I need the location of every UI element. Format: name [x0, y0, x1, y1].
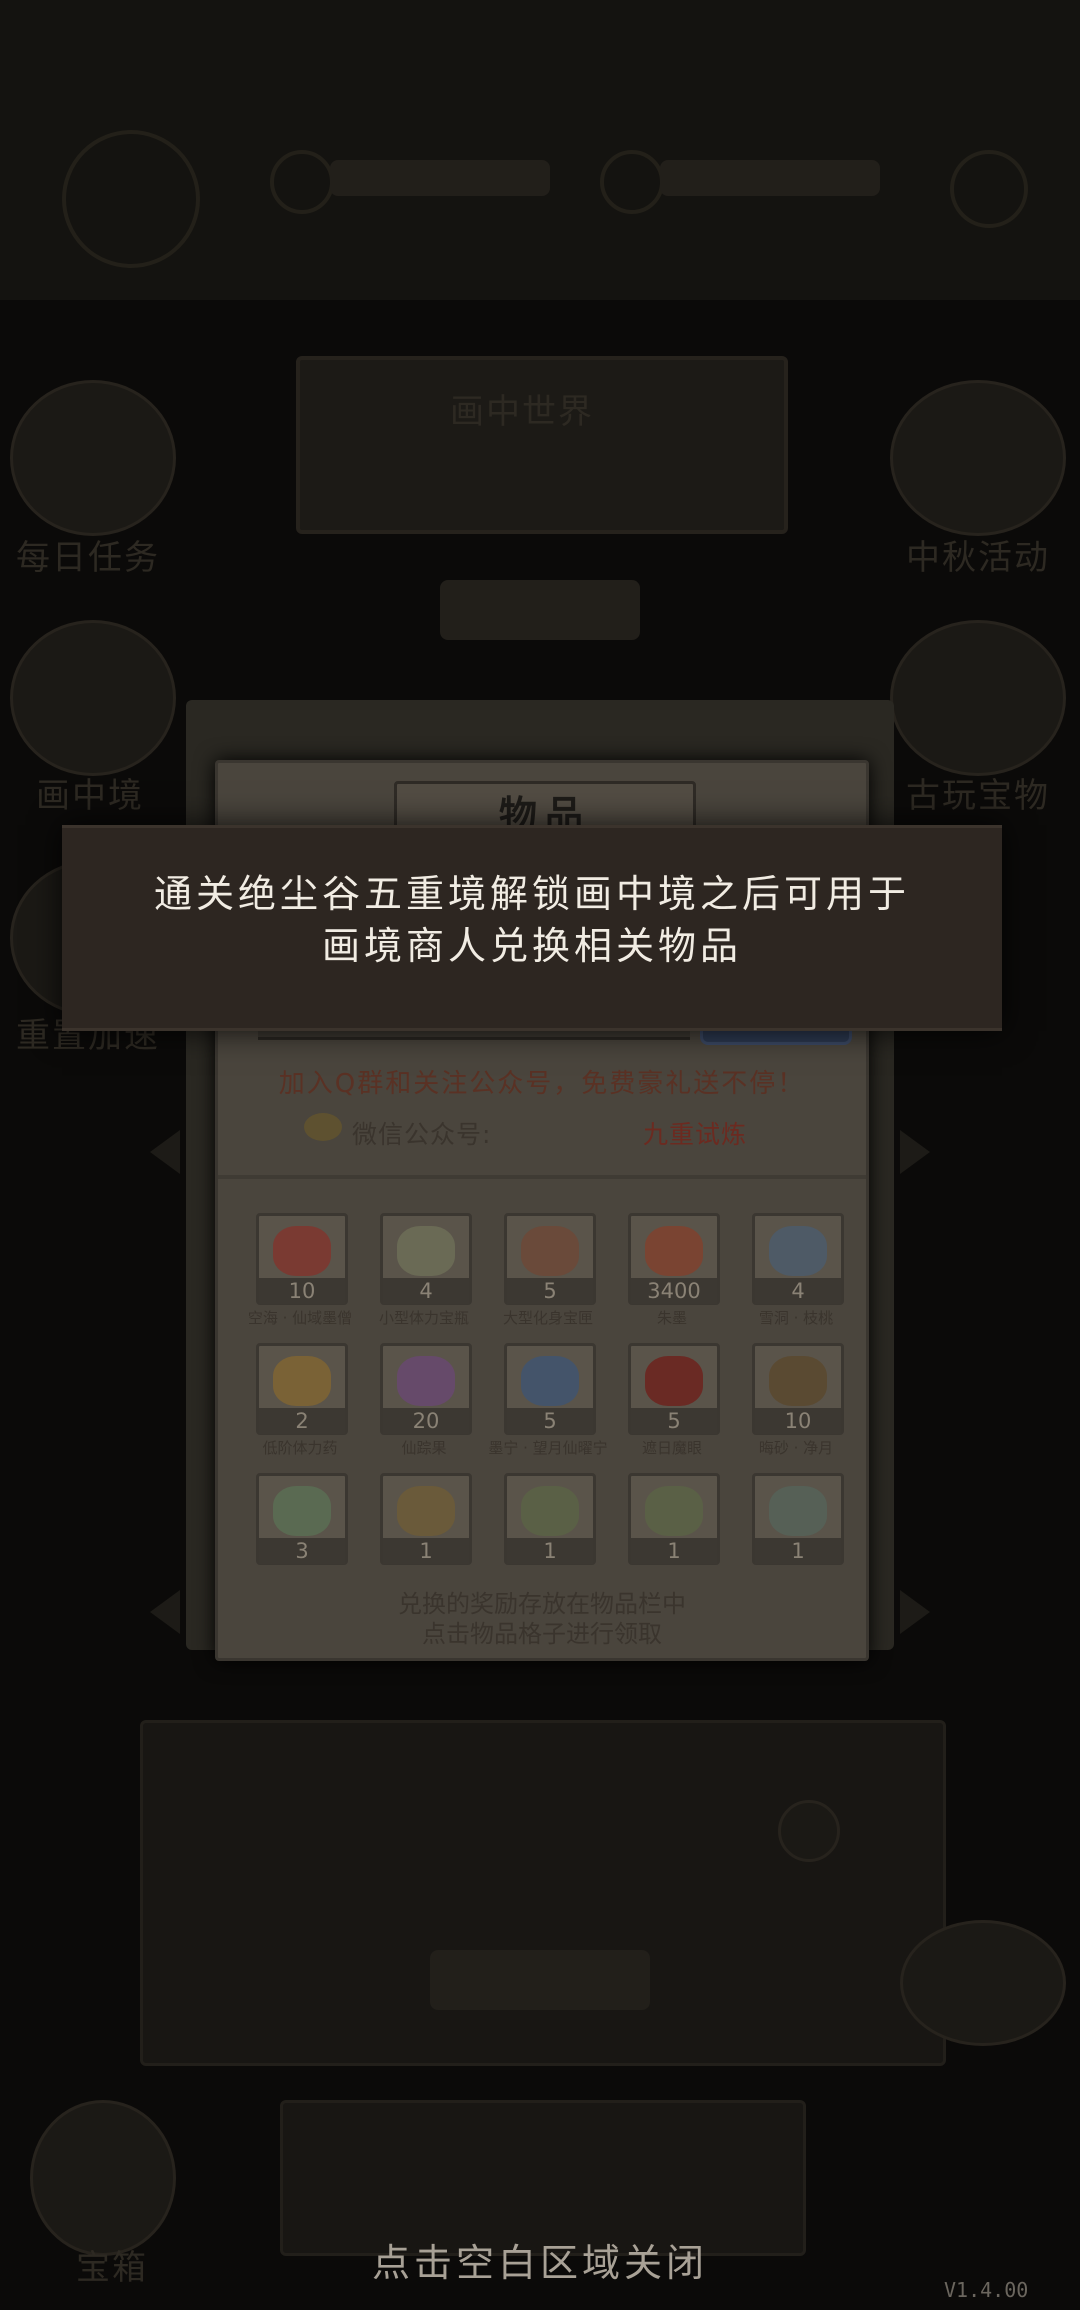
item-icon: [273, 1226, 331, 1276]
item-name: 墨宁 · 望月仙曜宁: [488, 1439, 608, 1457]
divider: [218, 1175, 866, 1179]
item-name: 大型化身宝匣: [502, 1309, 593, 1327]
reward-storage-note: 兑换的奖励存放在物品栏中 点击物品格子进行领取: [218, 1589, 866, 1649]
item-box: 5: [504, 1213, 596, 1305]
item-count: 5: [631, 1408, 717, 1434]
left-arrow-icon-lower: [150, 1590, 180, 1634]
wechat-icon: [304, 1113, 342, 1141]
item-box: 1: [628, 1473, 720, 1565]
item-name: 空海 · 仙域墨僧: [247, 1309, 353, 1327]
item-count: 1: [507, 1538, 593, 1564]
mid-autumn-label: 中秋活动: [906, 538, 1050, 578]
item-box: 3400: [628, 1213, 720, 1305]
item-count: 10: [755, 1408, 841, 1434]
promo-text: 加入Q群和关注公众号，免费豪礼送不停！: [278, 1069, 806, 1099]
item-icon: [769, 1226, 827, 1276]
settings-icon: [950, 150, 1028, 228]
scroll-enter-button: [440, 580, 640, 640]
scroll-title: 画中世界: [450, 392, 594, 432]
item-count: 1: [755, 1538, 841, 1564]
item-box: 5: [504, 1343, 596, 1435]
item-box: 4: [380, 1213, 472, 1305]
world-scroll-banner: [296, 356, 788, 534]
painting-realm-label: 画中境: [36, 776, 144, 816]
item-icon: [769, 1486, 827, 1536]
item-box: 20: [380, 1343, 472, 1435]
item-box: 1: [504, 1473, 596, 1565]
antique-treasure-icon: [890, 620, 1066, 776]
reward-storage-note-line2: 点击物品格子进行领取: [422, 1620, 662, 1648]
reward-storage-note-line1: 兑换的奖励存放在物品栏中: [398, 1590, 686, 1618]
toast-message: 通关绝尘谷五重境解锁画中境之后可用于 画境商人兑换相关物品: [62, 868, 1002, 972]
item-count: 5: [507, 1408, 593, 1434]
item-count: 1: [631, 1538, 717, 1564]
item-icon: [645, 1226, 703, 1276]
unlock-toast: 通关绝尘谷五重境解锁画中境之后可用于 画境商人兑换相关物品: [62, 825, 1002, 1031]
lower-panel-badge: [778, 1800, 840, 1862]
mid-autumn-icon: [890, 380, 1066, 536]
item-count: 20: [383, 1408, 469, 1434]
item-count: 3400: [631, 1278, 717, 1304]
item-name: 仙踪果: [401, 1439, 447, 1457]
item-count: 10: [259, 1278, 345, 1304]
gem-counter: [660, 160, 880, 196]
item-icon: [769, 1356, 827, 1406]
item-count: 1: [383, 1538, 469, 1564]
item-name: 遮日魔眼: [641, 1439, 702, 1457]
coin-counter: [330, 160, 550, 196]
item-icon: [397, 1486, 455, 1536]
version-label: V1.4.00: [944, 2278, 1029, 2302]
item-box: 3: [256, 1473, 348, 1565]
cart-icon: [900, 1920, 1066, 2046]
daily-task-label: 每日任务: [16, 538, 160, 578]
item-icon: [273, 1356, 331, 1406]
item-box: 1: [380, 1473, 472, 1565]
toast-line2: 画境商人兑换相关物品: [321, 924, 742, 968]
item-icon: [397, 1226, 455, 1276]
item-icon: [521, 1356, 579, 1406]
item-box: 10: [752, 1343, 844, 1435]
item-count: 4: [755, 1278, 841, 1304]
item-box: 5: [628, 1343, 720, 1435]
item-count: 5: [507, 1278, 593, 1304]
wechat-label: 微信公众号:: [352, 1120, 492, 1149]
tap-to-close-hint[interactable]: 点击空白区域关闭: [0, 2232, 1080, 2287]
wechat-account: 九重试炼: [643, 1120, 748, 1149]
toast-line1: 通关绝尘谷五重境解锁画中境之后可用于: [153, 872, 910, 916]
painting-realm-icon: [10, 620, 176, 776]
right-arrow-icon-lower: [900, 1590, 930, 1634]
item-icon: [645, 1356, 703, 1406]
item-name: 朱墨: [656, 1309, 687, 1327]
item-icon: [397, 1356, 455, 1406]
lower-panel-button: [430, 1950, 650, 2010]
daily-task-icon: [10, 380, 176, 536]
gem-icon: [600, 150, 664, 214]
antique-treasure-label: 古玩宝物: [906, 776, 1050, 816]
item-box: 4: [752, 1213, 844, 1305]
player-avatar: [62, 130, 200, 268]
item-name: 晦砂 · 净月: [758, 1439, 834, 1457]
item-count: 3: [259, 1538, 345, 1564]
item-count: 4: [383, 1278, 469, 1304]
lower-panel: [140, 1720, 946, 2066]
item-box: 1: [752, 1473, 844, 1565]
item-name: 低阶体力药: [262, 1439, 338, 1457]
item-name: 雪洞 · 枝桃: [758, 1309, 834, 1327]
item-count: 2: [259, 1408, 345, 1434]
item-icon: [521, 1486, 579, 1536]
item-icon: [645, 1486, 703, 1536]
item-icon: [521, 1226, 579, 1276]
right-arrow-icon: [900, 1130, 930, 1174]
item-box: 10: [256, 1213, 348, 1305]
item-icon: [273, 1486, 331, 1536]
item-name: 小型体力宝瓶: [378, 1309, 469, 1327]
item-box: 2: [256, 1343, 348, 1435]
left-arrow-icon: [150, 1130, 180, 1174]
coin-icon: [270, 150, 334, 214]
